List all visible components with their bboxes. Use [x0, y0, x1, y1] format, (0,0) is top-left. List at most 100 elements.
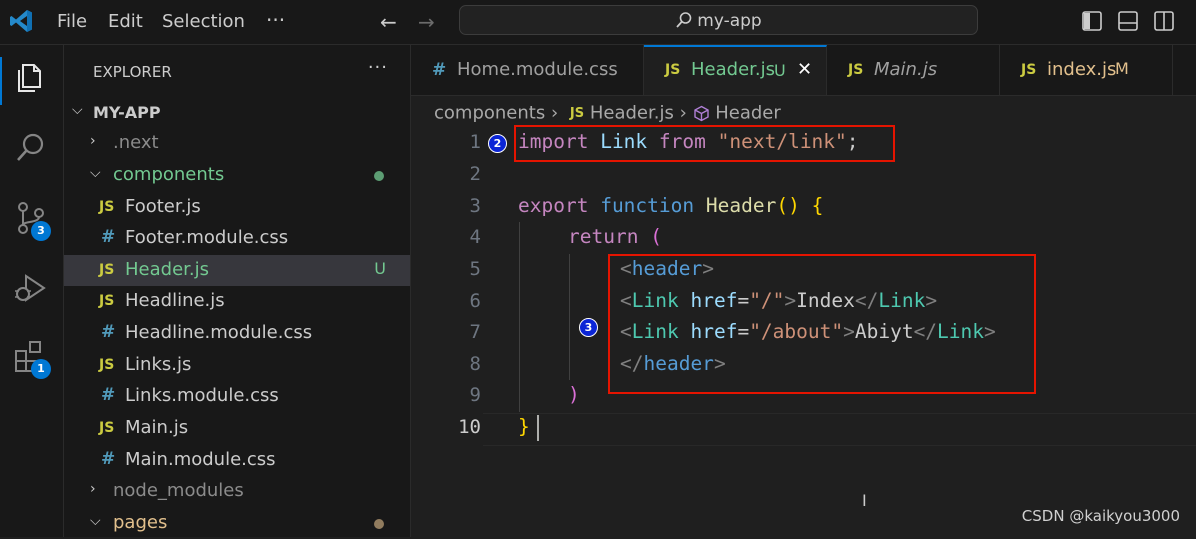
explorer-files-icon[interactable]	[10, 57, 52, 99]
watermark: CSDN @kaikyou3000	[1021, 507, 1180, 525]
folder-root-my-app[interactable]: ⌵ MY-APP	[64, 97, 410, 128]
toggle-primary-sidebar-icon[interactable]	[1081, 10, 1103, 32]
close-icon[interactable]: ✕	[797, 59, 812, 80]
tree-item-links-module-css[interactable]: # Links.module.css	[64, 381, 410, 412]
active-view-indicator	[0, 57, 2, 105]
javascript-file-icon: JS	[99, 199, 115, 215]
tree-item-main-js[interactable]: JS Main.js	[64, 413, 410, 444]
modified-dot-icon	[374, 171, 384, 181]
css-file-icon: #	[101, 385, 116, 405]
tree-item-label: Headline.js	[125, 290, 225, 311]
line-number: 1	[469, 131, 481, 153]
breadcrumb-separator: ›	[679, 102, 687, 124]
toggle-secondary-sidebar-icon[interactable]	[1153, 10, 1175, 32]
annotation-box-jsx	[608, 254, 1036, 394]
tab-home-module-css[interactable]: # Home.module.css	[411, 45, 644, 95]
annotation-marker-2: 2	[488, 134, 507, 153]
tab-status-untracked: U	[774, 61, 786, 80]
current-line-highlight	[483, 413, 1196, 446]
tree-item-header-js[interactable]: JS Header.js U	[64, 255, 410, 286]
breadcrumb-symbol[interactable]: Header	[715, 103, 781, 124]
explorer-more-actions-button[interactable]: ···	[368, 57, 388, 78]
javascript-file-icon: JS	[569, 105, 585, 121]
line-number-current: 10	[458, 416, 481, 438]
tree-item-label: node_modules	[113, 480, 244, 501]
tab-label: Home.module.css	[457, 59, 618, 80]
tree-item-footer-js[interactable]: JS Footer.js	[64, 192, 410, 223]
tree-item-headline-module-css[interactable]: # Headline.module.css	[64, 318, 410, 349]
tree-item-label: Header.js	[125, 259, 209, 280]
line-number: 9	[469, 384, 481, 406]
tree-item-links-js[interactable]: JS Links.js	[64, 350, 410, 381]
code-line-4: return (	[568, 225, 662, 248]
breadcrumb-file[interactable]: Header.js	[590, 103, 674, 124]
menu-file[interactable]: File	[57, 11, 87, 32]
modified-dot-icon	[374, 519, 384, 529]
line-number: 2	[469, 163, 481, 185]
tree-item-main-module-css[interactable]: # Main.module.css	[64, 445, 410, 476]
annotation-box-import	[514, 125, 895, 162]
title-bar: File Edit Selection ··· ← → my-app	[0, 0, 1196, 45]
tab-index-js[interactable]: JS index.js M	[1000, 45, 1173, 95]
toggle-panel-icon[interactable]	[1117, 10, 1139, 32]
menu-edit[interactable]: Edit	[108, 11, 143, 32]
forward-arrow-icon[interactable]: →	[418, 10, 435, 34]
javascript-file-icon: JS	[99, 262, 115, 278]
command-center-label: my-app	[697, 11, 762, 31]
menu-more-button[interactable]: ···	[266, 8, 285, 32]
activity-bar: 3 1	[0, 45, 64, 537]
breadcrumb-separator: ›	[550, 102, 559, 124]
tab-label: index.js	[1047, 59, 1117, 80]
search-icon	[676, 12, 692, 28]
tree-item-headline-js[interactable]: JS Headline.js	[64, 286, 410, 317]
tree-item-label: components	[113, 164, 225, 185]
line-number: 3	[469, 195, 481, 217]
annotation-marker-3: 3	[579, 318, 598, 337]
code-line-9: )	[568, 383, 580, 406]
tree-item-label: Footer.module.css	[125, 227, 289, 248]
tab-status-modified: M	[1115, 59, 1129, 78]
mouse-ibeam-cursor-icon: I	[862, 491, 867, 510]
breadcrumb-folder[interactable]: components	[434, 103, 545, 124]
css-file-icon: #	[101, 227, 116, 247]
tree-item-label: Main.module.css	[125, 449, 276, 470]
text-cursor	[537, 415, 539, 441]
command-center-search[interactable]: my-app	[459, 5, 978, 35]
search-view-icon[interactable]	[10, 127, 52, 169]
code-editor[interactable]: 1 2 3 4 5 6 7 8 9 10 import Link from "n…	[411, 125, 1196, 537]
css-file-icon: #	[101, 449, 116, 469]
javascript-file-icon: JS	[99, 293, 115, 309]
css-file-icon: #	[432, 60, 447, 80]
chevron-right-icon: ›	[90, 133, 96, 149]
vscode-logo-icon[interactable]	[8, 8, 34, 34]
css-file-icon: #	[101, 322, 116, 342]
tree-item-node-modules[interactable]: › node_modules	[64, 476, 410, 507]
tree-item-label: Links.module.css	[125, 385, 279, 406]
line-number: 7	[469, 321, 481, 343]
editor-tabs-bar: # Home.module.css JS Header.js U ✕ JS Ma…	[411, 45, 1196, 96]
tab-main-js[interactable]: JS Main.js	[827, 45, 1000, 95]
tree-item-components[interactable]: ⌵ components	[64, 160, 410, 191]
tree-item-next[interactable]: › .next	[64, 128, 410, 159]
back-arrow-icon[interactable]: ←	[380, 10, 397, 34]
tree-item-footer-module-css[interactable]: # Footer.module.css	[64, 223, 410, 254]
run-debug-icon[interactable]	[10, 267, 52, 309]
tree-item-pages[interactable]: ⌵ pages	[64, 508, 410, 539]
code-line-3: export function Header() {	[518, 194, 824, 217]
javascript-file-icon: JS	[665, 62, 681, 78]
indent-guide	[569, 254, 570, 380]
tab-header-js[interactable]: JS Header.js U ✕	[644, 45, 827, 95]
line-number: 8	[469, 353, 481, 375]
line-number: 5	[469, 258, 481, 280]
chevron-down-icon: ⌵	[72, 102, 83, 118]
code-line-10: }	[518, 415, 530, 438]
explorer-title: EXPLORER	[93, 63, 172, 81]
javascript-file-icon: JS	[848, 62, 864, 78]
tree-item-label: Links.js	[125, 354, 192, 375]
tab-label: Header.js	[691, 59, 775, 80]
line-number: 6	[469, 290, 481, 312]
menu-selection[interactable]: Selection	[162, 11, 245, 32]
chevron-down-icon: ⌵	[90, 513, 101, 529]
javascript-file-icon: JS	[1021, 62, 1037, 78]
javascript-file-icon: JS	[99, 420, 115, 436]
